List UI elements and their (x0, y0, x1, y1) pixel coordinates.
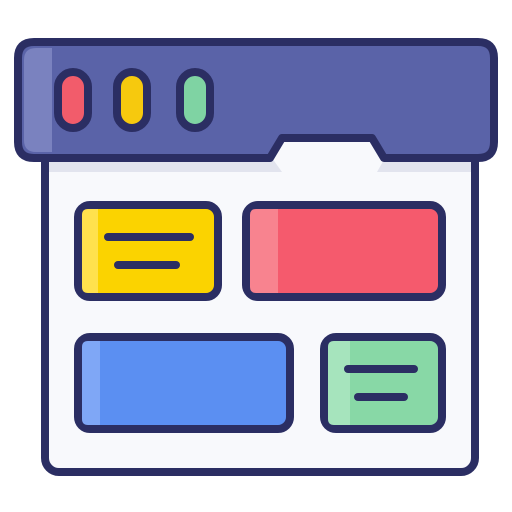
browser-window-layout-icon (14, 38, 498, 476)
card-yellow (74, 201, 222, 301)
card-blue (74, 333, 294, 433)
card-green (320, 333, 446, 433)
traffic-light-yellow-icon[interactable] (113, 68, 151, 132)
card-green-highlight (328, 341, 350, 425)
card-red-highlight (250, 209, 278, 293)
title-bar-highlight (24, 48, 52, 152)
traffic-light-red-icon[interactable] (54, 68, 92, 132)
card-blue-fill (74, 333, 294, 433)
traffic-light-green-icon[interactable] (176, 68, 214, 132)
card-yellow-highlight (82, 209, 98, 293)
icon-stage (0, 0, 512, 512)
card-blue-highlight (82, 341, 100, 425)
card-red (242, 201, 446, 301)
card-yellow-fill (74, 201, 222, 301)
